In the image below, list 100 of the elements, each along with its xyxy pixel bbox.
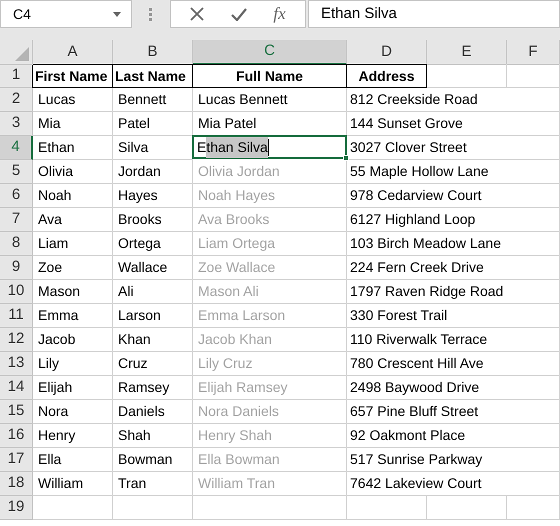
name-box[interactable]: C4 [0,0,132,28]
row-header[interactable]: 4 [0,136,33,160]
table-cell[interactable]: 144 Sunset Grove [347,112,560,136]
row-header[interactable]: 18 [0,472,33,496]
table-cell[interactable]: Bennett [113,88,193,112]
table-cell[interactable]: Address [346,64,427,88]
table-cell[interactable]: 1797 Raven Ridge Road [347,280,560,304]
column-header[interactable]: A [33,40,113,64]
table-cell[interactable]: 55 Maple Hollow Lane [347,160,560,184]
table-cell[interactable]: 812 Creekside Road [347,88,560,112]
table-cell[interactable]: Brooks [113,208,193,232]
table-cell[interactable]: Hayes [113,184,193,208]
table-cell[interactable]: Silva [113,136,193,160]
row-header[interactable]: 16 [0,424,33,448]
table-cell[interactable]: 517 Sunrise Parkway [347,448,560,472]
empty-cell[interactable] [507,64,560,88]
table-cell[interactable]: Full Name [192,64,347,88]
table-cell[interactable]: Olivia [33,160,113,184]
table-cell[interactable]: Mason [33,280,113,304]
table-cell[interactable]: 2498 Baywood Drive [347,376,560,400]
table-cell[interactable]: Lucas [33,88,113,112]
table-cell[interactable]: Ortega [113,232,193,256]
column-header[interactable]: C [193,40,347,64]
table-cell[interactable]: Emma [33,304,113,328]
table-cell[interactable]: Khan [113,328,193,352]
table-cell[interactable]: Noah [33,184,113,208]
empty-cell[interactable] [113,496,193,520]
column-header[interactable]: E [427,40,507,64]
insert-function-button[interactable]: fx [273,1,286,27]
enter-button[interactable] [230,8,247,20]
table-cell[interactable]: 780 Crescent Hill Ave [347,352,560,376]
table-cell[interactable]: Patel [113,112,193,136]
row-header[interactable]: 7 [0,208,33,232]
row-header[interactable]: 19 [0,496,33,520]
cell-text: Khan [118,330,151,349]
table-cell[interactable]: Ramsey [113,376,193,400]
table-cell[interactable]: 6127 Highland Loop [347,208,560,232]
column-header[interactable]: D [347,40,427,64]
row-header[interactable]: 17 [0,448,33,472]
formula-field[interactable]: Ethan Silva [308,0,560,28]
table-cell[interactable]: Henry [33,424,113,448]
row-header[interactable]: 14 [0,376,33,400]
table-cell[interactable]: 224 Fern Creek Drive [347,256,560,280]
table-cell[interactable]: Mia Patel [193,112,347,136]
table-cell[interactable]: 330 Forest Trail [347,304,560,328]
row-header[interactable]: 10 [0,280,33,304]
table-cell[interactable]: 103 Birch Meadow Lane [347,232,560,256]
column-header[interactable]: F [507,40,560,64]
select-all-corner[interactable] [0,40,33,64]
row-header[interactable]: 1 [0,64,33,88]
table-cell[interactable]: Ali [113,280,193,304]
row-header[interactable]: 5 [0,160,33,184]
table-cell[interactable]: Last Name [112,64,193,88]
empty-cell[interactable] [193,496,347,520]
table-cell[interactable]: Daniels [113,400,193,424]
table-cell[interactable]: Liam [33,232,113,256]
row-header[interactable]: 2 [0,88,33,112]
table-cell[interactable]: Ethan Silva [192,135,347,159]
row-header[interactable]: 9 [0,256,33,280]
fill-handle[interactable] [343,155,349,161]
table-cell[interactable]: Cruz [113,352,193,376]
table-cell[interactable]: Bowman [113,448,193,472]
table-cell[interactable]: Jordan [113,160,193,184]
table-cell[interactable]: Nora [33,400,113,424]
suggested-text: Elijah Ramsey [198,378,288,397]
table-cell[interactable]: 110 Riverwalk Terrace [347,328,560,352]
cell-text: Mia [38,114,61,133]
row-header[interactable]: 3 [0,112,33,136]
table-cell[interactable]: Jacob [33,328,113,352]
table-cell[interactable]: Ella [33,448,113,472]
table-cell[interactable]: Lucas Bennett [193,88,347,112]
table-cell[interactable]: 3027 Clover Street [347,136,560,160]
table-cell[interactable]: Wallace [113,256,193,280]
table-cell[interactable]: Ava [33,208,113,232]
row-header[interactable]: 13 [0,352,33,376]
table-cell[interactable]: 978 Cedarview Court [347,184,560,208]
empty-cell[interactable] [427,496,507,520]
table-cell[interactable]: Tran [113,472,193,496]
table-cell[interactable]: 657 Pine Bluff Street [347,400,560,424]
cell-text: Tran [118,474,146,493]
row-header[interactable]: 6 [0,184,33,208]
table-cell[interactable]: William [33,472,113,496]
table-cell[interactable]: Elijah [33,376,113,400]
empty-cell[interactable] [427,64,507,88]
row-header[interactable]: 11 [0,304,33,328]
table-cell[interactable]: 92 Oakmont Place [347,424,560,448]
table-cell[interactable]: Zoe [33,256,113,280]
table-cell[interactable]: Mia [33,112,113,136]
row-header[interactable]: 8 [0,232,33,256]
table-cell[interactable]: Lily [33,352,113,376]
cancel-button[interactable] [190,7,204,21]
table-cell[interactable]: Ethan [33,136,113,160]
empty-cell[interactable] [507,496,560,520]
empty-cell[interactable] [347,496,427,520]
table-cell[interactable]: First Name [32,64,113,88]
row-header[interactable]: 15 [0,400,33,424]
table-cell[interactable]: Larson [113,304,193,328]
row-header[interactable]: 12 [0,328,33,352]
table-cell[interactable]: 7642 Lakeview Court [347,472,560,496]
table-cell[interactable]: Shah [113,424,193,448]
